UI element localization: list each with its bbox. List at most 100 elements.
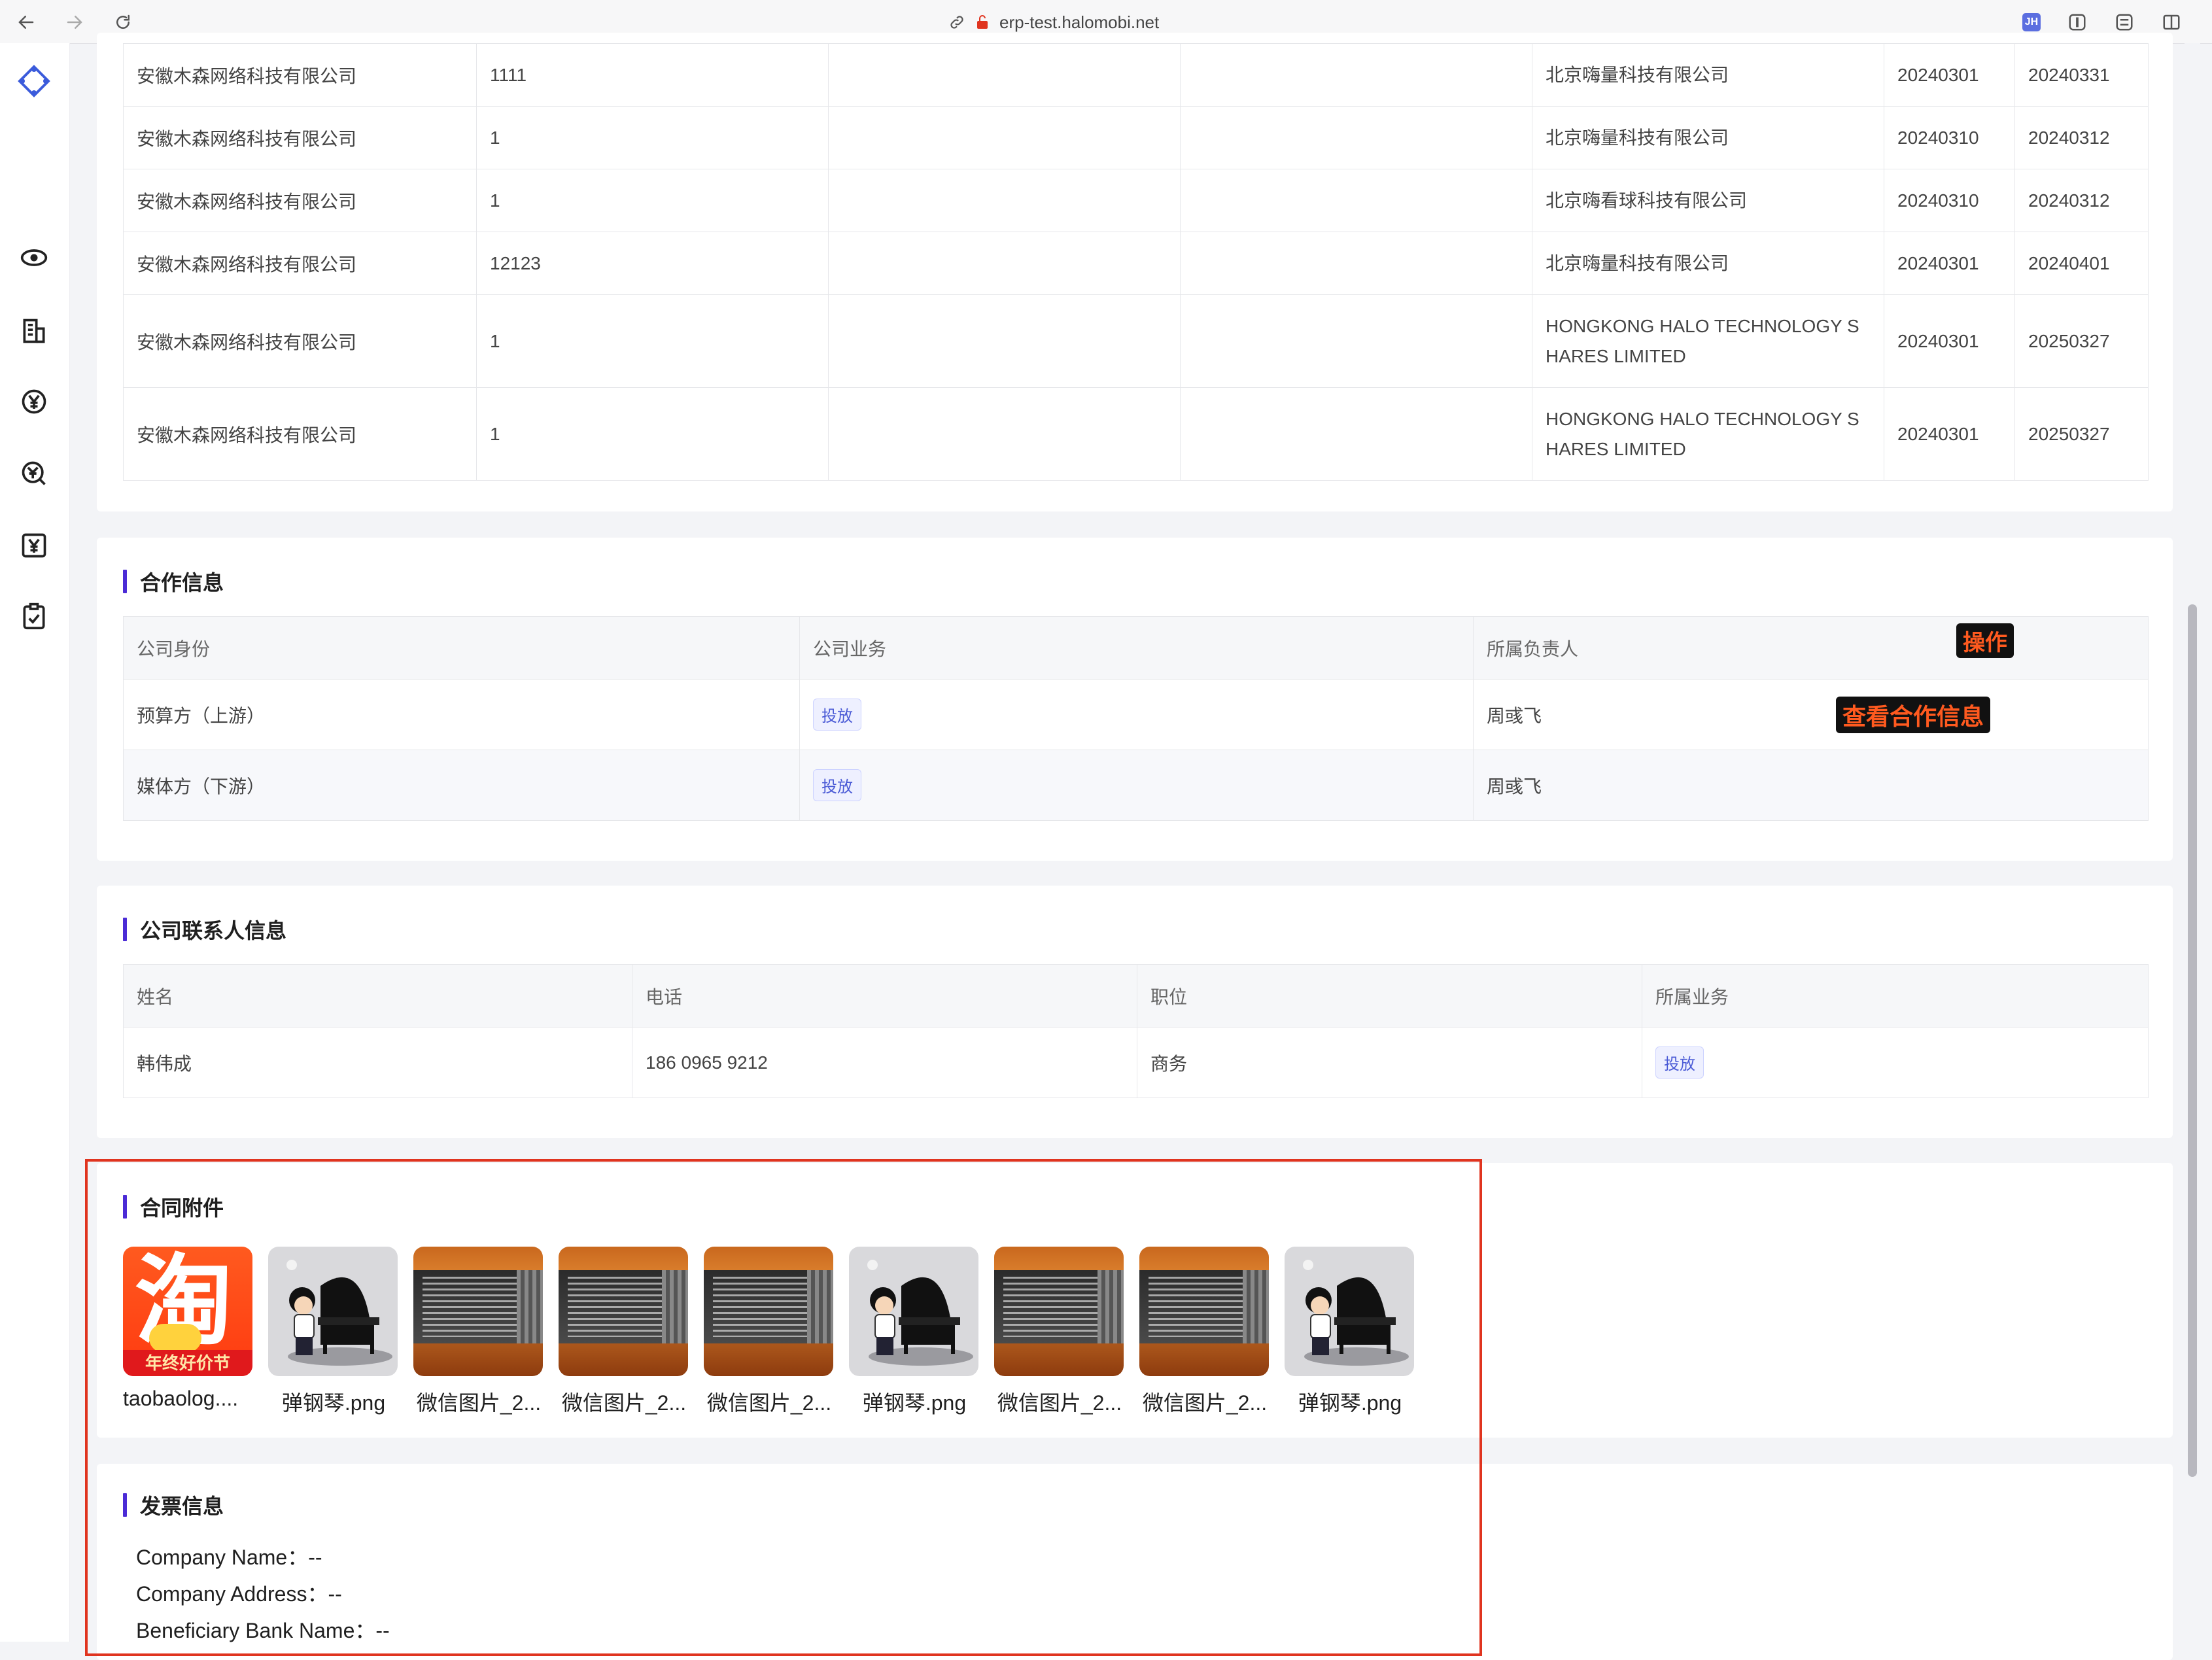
- invoice-title: 发票信息: [123, 1490, 224, 1520]
- contact-phone-cell: 186 0965 9212: [632, 1027, 1137, 1098]
- col-phone-header: 电话: [632, 964, 1137, 1028]
- table-cell: 20240331: [2014, 43, 2149, 107]
- diamond-logo-icon: [18, 65, 50, 97]
- table-cell: 北京嗨量科技有限公司: [1532, 232, 1884, 295]
- promo-band: 年终好价节: [123, 1350, 252, 1376]
- contract-list-table: 安徽木森网络科技有限公司 1111 北京嗨量科技有限公司 20240301 202403…: [123, 43, 2149, 481]
- settings-extension-button[interactable]: [2113, 10, 2136, 34]
- extension-jh-button[interactable]: JH: [2020, 10, 2043, 34]
- table-cell: 1: [476, 169, 829, 232]
- shield-extension-button[interactable]: [2065, 10, 2089, 34]
- attachment-item[interactable]: 微信图片_2...: [994, 1247, 1125, 1417]
- piano-thumbnail[interactable]: [268, 1247, 398, 1376]
- contract-list-card: 安徽木森网络科技有限公司 1111 北京嗨量科技有限公司 20240301 202403…: [97, 33, 2173, 511]
- photo-thumbnail[interactable]: [559, 1247, 688, 1376]
- photo-thumbnail[interactable]: [1139, 1247, 1269, 1376]
- col-identity-header: 公司身份: [123, 616, 800, 680]
- attachment-item[interactable]: 微信图片_2...: [1139, 1247, 1270, 1417]
- business-cell: 投放: [799, 679, 1474, 750]
- attachment-filename[interactable]: 弹钢琴.png: [849, 1387, 980, 1417]
- cooperation-table: 公司身份 公司业务 所属负责人 操作 预算方（上游） 投放 周彧飞 查看合作信息…: [123, 616, 2149, 821]
- action-header-label: 操作: [1956, 623, 2014, 658]
- field-label: Company Name：: [136, 1546, 309, 1569]
- attachment-item[interactable]: 弹钢琴.png: [1285, 1247, 1415, 1417]
- view-cooperation-button[interactable]: 查看合作信息: [1836, 697, 1991, 733]
- photo-thumbnail[interactable]: [994, 1247, 1124, 1376]
- col-position-header: 职位: [1137, 964, 1642, 1028]
- owner-cell: 周彧飞: [1473, 750, 2149, 821]
- clipboard-check-icon: [23, 602, 45, 630]
- table-cell: 北京嗨量科技有限公司: [1532, 43, 1884, 107]
- photo-text-lines: [568, 1277, 666, 1337]
- sidebar-toggle-button[interactable]: [2160, 10, 2183, 34]
- attachment-item[interactable]: 淘年终好价节 taobaolog....: [123, 1247, 254, 1417]
- table-cell: 20250327: [2014, 387, 2149, 481]
- table-cell: 安徽木森网络科技有限公司: [123, 43, 477, 107]
- attachment-filename[interactable]: 微信图片_2...: [994, 1387, 1125, 1417]
- table-cell: [1180, 43, 1532, 107]
- contacts-title-text: 公司联系人信息: [140, 919, 287, 942]
- table-row: 安徽木森网络科技有限公司 1 HONGKONG HALO TECHNOLOGY SH…: [123, 294, 2149, 388]
- table-row: 安徽木森网络科技有限公司 12123 北京嗨量科技有限公司 20240301 20240…: [123, 232, 2149, 295]
- attachment-filename[interactable]: 弹钢琴.png: [268, 1387, 399, 1417]
- photo-text-lines: [423, 1277, 521, 1337]
- yen-box-icon: [22, 533, 46, 558]
- attachment-item[interactable]: 弹钢琴.png: [268, 1247, 399, 1417]
- mascot-shape: [149, 1324, 201, 1353]
- contact-position-cell: 商务: [1137, 1027, 1642, 1098]
- app-logo[interactable]: [16, 63, 52, 99]
- col-business-header: 公司业务: [799, 616, 1474, 680]
- identity-cell: 预算方（上游）: [123, 679, 800, 750]
- photo-thumbnail[interactable]: [704, 1247, 833, 1376]
- table-cell: 20240310: [1884, 106, 2015, 169]
- table-row: 安徽木森网络科技有限公司 1111 北京嗨量科技有限公司 20240301 202403…: [123, 43, 2149, 107]
- invoice-company-name: Company Name：--: [136, 1541, 322, 1571]
- piano-player-image: [286, 1260, 392, 1366]
- table-cell: [828, 232, 1181, 295]
- table-row: 媒体方（下游） 投放 周彧飞: [123, 750, 2149, 821]
- owner-text: 周彧飞: [1487, 705, 1542, 726]
- attachments-list: 淘年终好价节 taobaolog.... 弹钢琴.png 微信图片_2... 微信图片_…: [123, 1247, 1415, 1417]
- sidebar-item-company[interactable]: [16, 313, 52, 349]
- contact-business-cell: 投放: [1642, 1027, 2149, 1098]
- table-cell: 北京嗨量科技有限公司: [1532, 106, 1884, 169]
- attachments-title-text: 合同附件: [140, 1196, 224, 1220]
- invoice-bank-name: Beneficiary Bank Name：--: [136, 1614, 390, 1644]
- sidebar-item-approval[interactable]: [16, 598, 52, 634]
- table-row: 韩伟成 186 0965 9212 商务 投放: [123, 1027, 2149, 1098]
- back-button[interactable]: [13, 9, 39, 35]
- attachment-item[interactable]: 微信图片_2...: [413, 1247, 544, 1417]
- owner-cell: 周彧飞 查看合作信息: [1473, 679, 2149, 750]
- photo-thumbnail[interactable]: [413, 1247, 543, 1376]
- title-accent-bar: [123, 918, 127, 941]
- attachment-item[interactable]: 微信图片_2...: [704, 1247, 835, 1417]
- sidebar-item-media[interactable]: [16, 239, 52, 276]
- attachment-filename[interactable]: 微信图片_2...: [413, 1387, 544, 1417]
- attachment-filename[interactable]: 弹钢琴.png: [1285, 1387, 1415, 1417]
- url-text: erp-test.halomobi.net: [999, 12, 1160, 32]
- attachment-filename[interactable]: 微信图片_2...: [704, 1387, 835, 1417]
- table-cell: [1180, 387, 1532, 481]
- forward-button[interactable]: [61, 9, 88, 35]
- table-cell: [828, 169, 1181, 232]
- piano-thumbnail[interactable]: [1285, 1247, 1414, 1376]
- field-value: --: [328, 1582, 342, 1606]
- attachment-filename[interactable]: 微信图片_2...: [559, 1387, 689, 1417]
- reload-button[interactable]: [110, 9, 136, 35]
- scrollbar-thumb[interactable]: [2188, 604, 2197, 1477]
- table-cell: 1: [476, 294, 829, 388]
- sidebar-item-finance[interactable]: [16, 383, 52, 420]
- piano-thumbnail[interactable]: [849, 1247, 978, 1376]
- yen-search-icon: [22, 461, 46, 485]
- sidebar-item-payment[interactable]: [16, 527, 52, 564]
- sidebar-item-settlement[interactable]: [16, 455, 52, 492]
- table-cell: [828, 43, 1181, 107]
- taobao-thumbnail[interactable]: 淘年终好价节: [123, 1247, 252, 1376]
- table-cell: 安徽木森网络科技有限公司: [123, 106, 477, 169]
- attachment-item[interactable]: 微信图片_2...: [559, 1247, 689, 1417]
- attachment-item[interactable]: 弹钢琴.png: [849, 1247, 980, 1417]
- table-cell: 安徽木森网络科技有限公司: [123, 169, 477, 232]
- col-business-header: 所属业务: [1642, 964, 2149, 1028]
- attachment-filename[interactable]: taobaolog....: [123, 1387, 254, 1411]
- attachment-filename[interactable]: 微信图片_2...: [1139, 1387, 1270, 1417]
